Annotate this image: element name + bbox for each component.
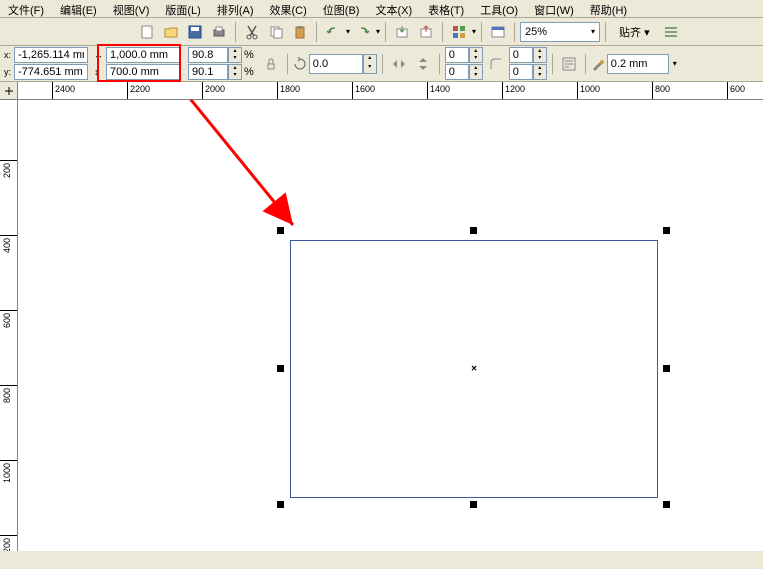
app-launcher-button[interactable] xyxy=(448,21,470,43)
selection-handle-s[interactable] xyxy=(470,501,477,508)
property-bar: x: y: ↔ ↕ ▴▾% ▴▾% ▴▾ ▴▾ ▴▾ ▴▾ ▴▾ 0.2 mm … xyxy=(0,46,763,82)
copies-spinner-3[interactable]: ▴▾ xyxy=(533,47,547,63)
copies-spinner-2[interactable]: ▴▾ xyxy=(469,64,483,80)
rotation-icon xyxy=(293,57,307,71)
outline-width-select[interactable]: 0.2 mm xyxy=(607,54,669,74)
copies-input-1[interactable] xyxy=(445,47,469,63)
copies-input-4[interactable] xyxy=(509,64,533,80)
export-button[interactable] xyxy=(415,21,437,43)
mirror-horizontal-button[interactable] xyxy=(388,53,410,75)
menu-bar: 文件(F) 编辑(E) 视图(V) 版面(L) 排列(A) 效果(C) 位图(B… xyxy=(0,0,763,18)
menu-arrange[interactable]: 排列(A) xyxy=(209,0,262,17)
copies-input-2[interactable] xyxy=(445,64,469,80)
percent-icon: % xyxy=(242,66,256,78)
menu-effects[interactable]: 效果(C) xyxy=(262,0,315,17)
corner-roundness-button[interactable] xyxy=(485,53,507,75)
standard-toolbar: ▾ ▾ ▾ 25% ▾ 贴齐 ▾ xyxy=(0,18,763,46)
scale-x-input[interactable] xyxy=(188,47,228,63)
selection-center-icon[interactable]: × xyxy=(471,364,477,375)
rotation-input[interactable] xyxy=(309,54,363,74)
selection-handle-sw[interactable] xyxy=(277,501,284,508)
snap-dropdown[interactable]: 贴齐 ▾ xyxy=(619,24,650,40)
rotation-spinner[interactable]: ▴▾ xyxy=(363,54,377,74)
menu-view[interactable]: 视图(V) xyxy=(105,0,158,17)
horizontal-ruler[interactable]: 2400 2200 2000 1800 1600 1400 1200 1000 … xyxy=(18,82,763,100)
open-button[interactable] xyxy=(160,21,182,43)
import-button[interactable] xyxy=(391,21,413,43)
copies-input-3[interactable] xyxy=(509,47,533,63)
width-icon: ↔ xyxy=(94,50,106,60)
height-icon: ↕ xyxy=(94,67,106,77)
mirror-vertical-button[interactable] xyxy=(412,53,434,75)
print-button[interactable] xyxy=(208,21,230,43)
height-input[interactable] xyxy=(106,64,180,80)
menu-file[interactable]: 文件(F) xyxy=(0,0,52,17)
wrap-text-button[interactable] xyxy=(558,53,580,75)
lock-ratio-button[interactable] xyxy=(260,53,282,75)
selection-handle-w[interactable] xyxy=(277,365,284,372)
selection-handle-ne[interactable] xyxy=(663,227,670,234)
vertical-ruler[interactable]: 200 400 600 800 1000 1200 xyxy=(0,100,18,551)
welcome-button[interactable] xyxy=(487,21,509,43)
copies-spinner-4[interactable]: ▴▾ xyxy=(533,64,547,80)
redo-button[interactable] xyxy=(352,21,374,43)
menu-layout[interactable]: 版面(L) xyxy=(157,0,208,17)
menu-text[interactable]: 文本(X) xyxy=(367,0,420,17)
drawing-canvas[interactable]: × xyxy=(18,100,763,551)
new-button[interactable] xyxy=(136,21,158,43)
menu-edit[interactable]: 编辑(E) xyxy=(52,0,105,17)
options-button[interactable] xyxy=(660,21,682,43)
percent-icon: % xyxy=(242,49,256,61)
scale-x-spinner[interactable]: ▴▾ xyxy=(228,47,242,63)
scale-y-spinner[interactable]: ▴▾ xyxy=(228,64,242,80)
paste-button[interactable] xyxy=(289,21,311,43)
x-icon: x: xyxy=(4,50,14,60)
copy-button[interactable] xyxy=(265,21,287,43)
cut-button[interactable] xyxy=(241,21,263,43)
selection-handle-n[interactable] xyxy=(470,227,477,234)
selection-handle-e[interactable] xyxy=(663,365,670,372)
menu-table[interactable]: 表格(T) xyxy=(420,0,472,17)
zoom-select[interactable]: 25% ▾ xyxy=(520,22,600,42)
y-icon: y: xyxy=(4,67,14,77)
menu-help[interactable]: 帮助(H) xyxy=(582,0,635,17)
save-button[interactable] xyxy=(184,21,206,43)
selection-handle-se[interactable] xyxy=(663,501,670,508)
copies-spinner-1[interactable]: ▴▾ xyxy=(469,47,483,63)
menu-window[interactable]: 窗口(W) xyxy=(526,0,582,17)
menu-tools[interactable]: 工具(O) xyxy=(472,0,526,17)
width-input[interactable] xyxy=(106,47,180,63)
menu-bitmap[interactable]: 位图(B) xyxy=(315,0,368,17)
canvas-area: 2400 2200 2000 1800 1600 1400 1200 1000 … xyxy=(0,82,763,551)
ruler-origin[interactable] xyxy=(0,82,18,100)
outline-pen-icon xyxy=(591,57,605,71)
undo-button[interactable] xyxy=(322,21,344,43)
scale-y-input[interactable] xyxy=(188,64,228,80)
x-position-input[interactable] xyxy=(14,47,88,63)
y-position-input[interactable] xyxy=(14,64,88,80)
selection-handle-nw[interactable] xyxy=(277,227,284,234)
zoom-value: 25% xyxy=(525,26,547,38)
